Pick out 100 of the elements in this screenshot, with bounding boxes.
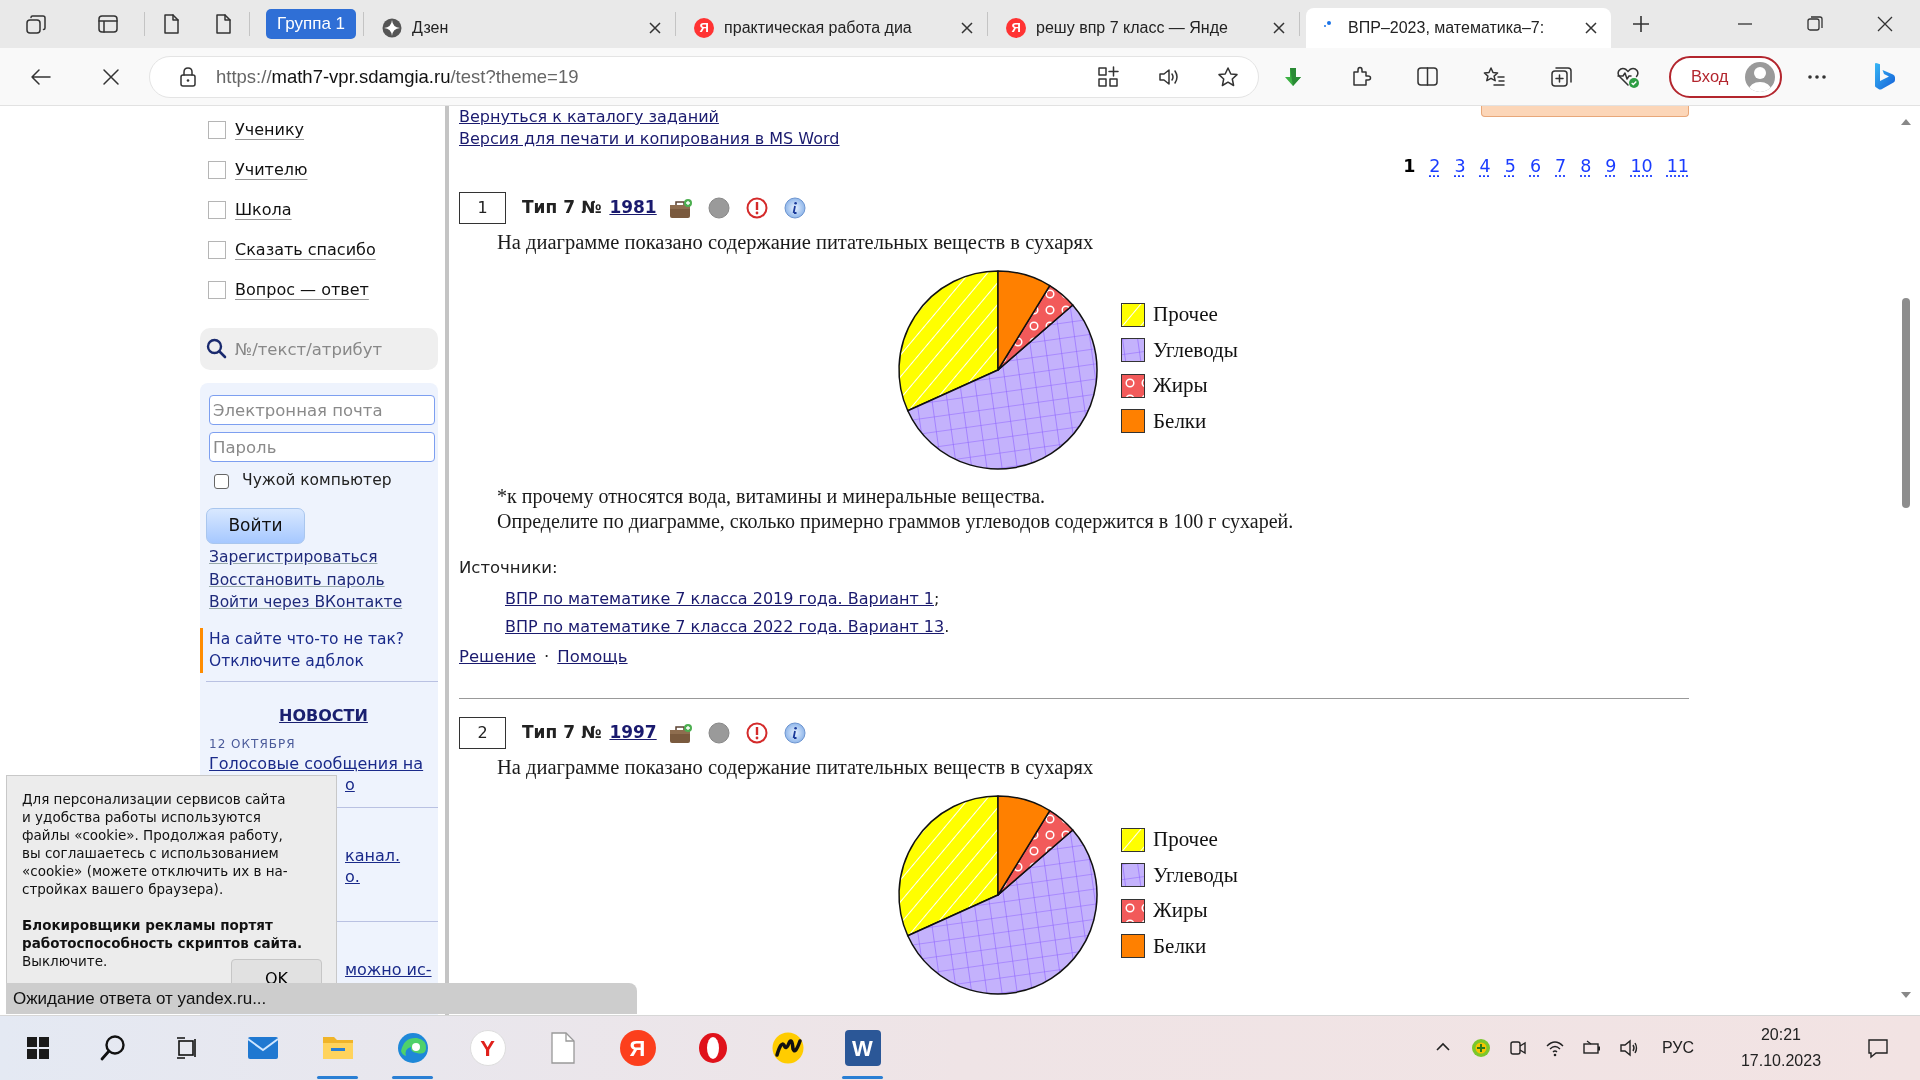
menu-link[interactable]: Школа: [235, 198, 292, 222]
letter-icon: Я: [1006, 18, 1027, 38]
menu-link[interactable]: Вопрос — ответ: [235, 278, 369, 302]
close-icon[interactable]: [647, 20, 664, 36]
page-icon[interactable]: [161, 13, 181, 35]
close-icon[interactable]: [1583, 20, 1600, 36]
favorite-star-icon[interactable]: [1217, 65, 1239, 88]
page-link[interactable]: 8: [1580, 154, 1592, 178]
news-link[interactable]: о: [345, 773, 355, 795]
restore-icon[interactable]: [1806, 15, 1824, 33]
legend-label: Белки: [1153, 407, 1207, 435]
problem-link[interactable]: 1997: [609, 720, 657, 746]
news-link[interactable]: о.: [345, 865, 360, 887]
news-link[interactable]: Голосовые сообщения на: [209, 752, 424, 774]
search-icon[interactable]: [98, 1034, 127, 1062]
menu-link[interactable]: Сказать спасибо: [235, 238, 376, 262]
checkbox[interactable]: [214, 473, 229, 489]
email-field[interactable]: Электронная почта: [209, 395, 435, 425]
link[interactable]: Решение: [459, 645, 536, 669]
password-field[interactable]: Пароль: [209, 432, 435, 462]
start-icon[interactable]: [24, 1035, 51, 1061]
squiggle-icon[interactable]: [770, 1031, 805, 1065]
scroll-down-icon[interactable]: [1900, 990, 1912, 1000]
problem-link[interactable]: 1981: [609, 195, 657, 221]
close-icon[interactable]: [959, 20, 976, 36]
checkbox[interactable]: [208, 241, 226, 259]
link[interactable]: Помощь: [557, 645, 628, 669]
circle-icon[interactable]: [707, 722, 730, 744]
clock-time[interactable]: 20:21: [1726, 1022, 1836, 1048]
stop-icon[interactable]: [101, 66, 121, 87]
menu-link[interactable]: Учителю: [235, 158, 308, 182]
page-link[interactable]: 1: [1403, 154, 1416, 178]
notification-icon[interactable]: [1867, 1037, 1889, 1059]
page-link[interactable]: 9: [1605, 154, 1617, 178]
app-icon[interactable]: Я: [619, 1030, 656, 1066]
news-link[interactable]: канал.: [345, 844, 401, 866]
news-link[interactable]: можно ис-: [345, 958, 432, 980]
browser-tab[interactable]: Дзен: [370, 8, 676, 48]
menu-link[interactable]: Ученику: [235, 118, 305, 142]
app-icon[interactable]: Y: [469, 1030, 506, 1066]
link[interactable]: Войти через ВКонтакте: [209, 591, 438, 614]
news-heading[interactable]: НОВОСТИ: [279, 705, 368, 725]
page-link[interactable]: 5: [1504, 154, 1516, 178]
login-button[interactable]: Вход: [1669, 55, 1782, 98]
status-tooltip: Ожидание ответа от yandex.ru...: [6, 983, 637, 1014]
scroll-up-icon[interactable]: [1900, 117, 1912, 127]
close-icon[interactable]: [1876, 15, 1894, 33]
scrollbar-thumb[interactable]: [1902, 298, 1910, 508]
page-link[interactable]: 11: [1666, 154, 1689, 178]
page-link[interactable]: 7: [1555, 154, 1567, 178]
plus-circle-icon[interactable]: [1471, 1038, 1492, 1058]
page-link[interactable]: 10: [1630, 154, 1653, 178]
browser-tab[interactable]: Я практическая работа диа: [682, 8, 988, 48]
split-screen-icon[interactable]: [1415, 65, 1439, 88]
notice-text: Блокировщики рекламы портят работоспособность скриптов сайта. Выключите.: [22, 916, 304, 970]
browser-icon[interactable]: [395, 1031, 430, 1065]
link[interactable]: Зарегистрироваться: [209, 546, 438, 569]
checkbox[interactable]: [208, 201, 226, 219]
link[interactable]: Отключите адблок: [209, 650, 438, 673]
warning-icon[interactable]: [745, 197, 768, 219]
page-link[interactable]: 3: [1454, 154, 1466, 178]
clock-date[interactable]: 17.10.2023: [1726, 1048, 1836, 1074]
circle-icon[interactable]: [707, 197, 730, 219]
info-icon[interactable]: [783, 197, 806, 219]
tab-group-label[interactable]: Группа 1: [266, 9, 357, 39]
page-icon[interactable]: [213, 13, 233, 35]
briefcase-icon[interactable]: [668, 197, 692, 219]
briefcase-icon[interactable]: [668, 722, 692, 744]
info-icon[interactable]: [783, 722, 806, 744]
link[interactable]: Восстановить пароль: [209, 568, 438, 591]
close-icon[interactable]: [1271, 20, 1288, 36]
volume-icon[interactable]: [1619, 1038, 1640, 1058]
page-link[interactable]: 6: [1529, 154, 1541, 178]
link[interactable]: Версия для печати и копирования в MS Word: [459, 128, 840, 150]
checkbox[interactable]: [208, 161, 226, 179]
download-arrow-icon[interactable]: [1282, 65, 1304, 88]
camera-icon[interactable]: [1508, 1038, 1529, 1058]
apps-icon[interactable]: [1097, 65, 1119, 88]
question-text: На диаграмме показано содержание питательных веществ в сухарях: [496, 755, 1095, 780]
browser-tab[interactable]: Я решу впр 7 класс — Янде: [994, 8, 1300, 48]
warning-icon[interactable]: [745, 722, 768, 744]
source-link[interactable]: ВПР по математике 7 класса 2022 года. Вариант 13: [505, 617, 945, 636]
favorites-icon[interactable]: [1482, 65, 1506, 88]
tab-actions-icon[interactable]: [97, 13, 119, 35]
language-indicator[interactable]: РУС: [1661, 1036, 1694, 1060]
app-icon[interactable]: W: [844, 1030, 881, 1066]
checkbox[interactable]: [208, 121, 226, 139]
browser-tab[interactable]: ВПР–2023, математика–7:: [1306, 8, 1612, 48]
workspaces-icon[interactable]: [25, 13, 47, 35]
source-link[interactable]: ВПР по математике 7 класса 2019 года. Вариант 1: [505, 589, 934, 608]
page-link[interactable]: 4: [1479, 154, 1491, 178]
link[interactable]: На сайте что-то не так?: [209, 627, 438, 650]
page-link[interactable]: 2: [1429, 154, 1441, 178]
checkbox[interactable]: [208, 281, 226, 299]
wifi-icon[interactable]: [1545, 1038, 1566, 1058]
search-field[interactable]: №/текст/атрибут: [200, 328, 438, 370]
new-tab-icon[interactable]: [1631, 14, 1652, 34]
collections-icon[interactable]: [1549, 65, 1573, 88]
link[interactable]: Вернуться к каталогу заданий: [459, 106, 840, 128]
login-button[interactable]: Войти: [206, 508, 305, 544]
